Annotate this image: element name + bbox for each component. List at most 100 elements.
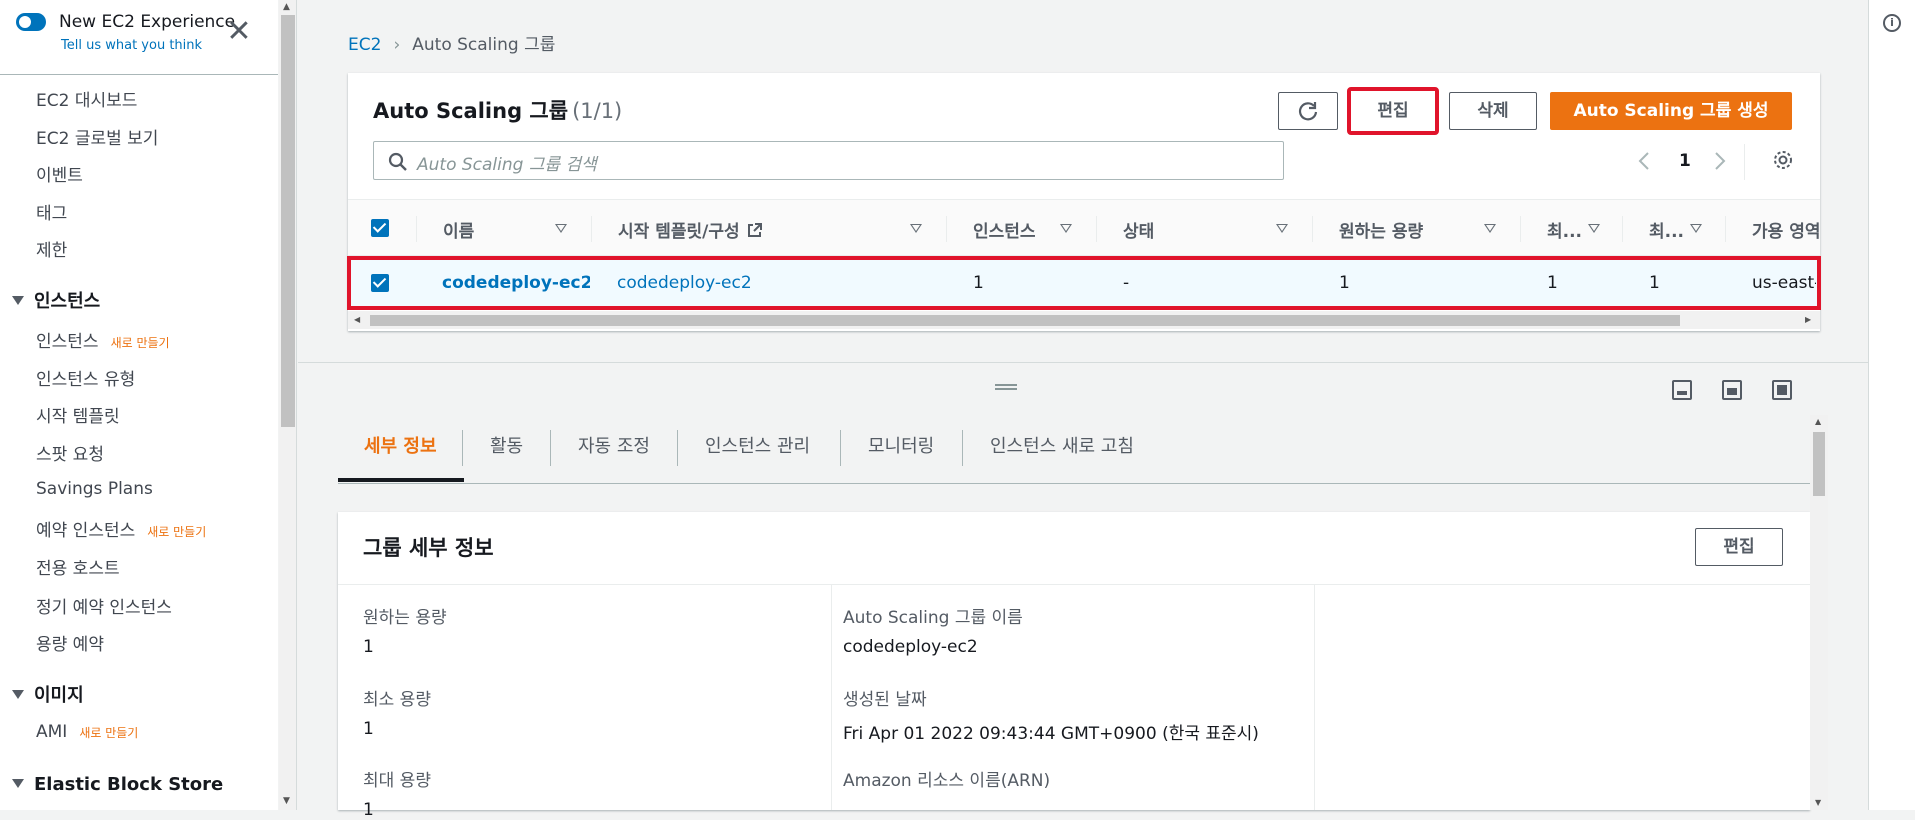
auto-scaling-groups-panel: Auto Scaling 그룹 (1/1) 편집 삭제 Auto Scaling … — [347, 73, 1821, 331]
column-header-name[interactable]: 이름 — [443, 217, 474, 242]
new-badge: 새로 만들기 — [110, 336, 170, 350]
sidebar-item-capacity-reservations[interactable]: 용량 예약 — [36, 630, 104, 655]
chevron-left-icon[interactable] — [1638, 151, 1650, 176]
column-divider — [1314, 585, 1315, 810]
sidebar-item-limits[interactable]: 제한 — [36, 236, 67, 261]
page-number[interactable]: 1 — [1679, 151, 1691, 171]
tab-details[interactable]: 세부 정보 — [364, 432, 437, 458]
sidebar-scrollbar[interactable]: ▲ ▼ — [279, 0, 297, 810]
delete-button[interactable]: 삭제 — [1449, 92, 1537, 130]
scroll-down-icon[interactable]: ▼ — [283, 796, 290, 806]
sidebar-item-dashboard[interactable]: EC2 대시보드 — [36, 86, 137, 111]
sort-icon[interactable] — [555, 224, 567, 233]
sidebar-section-images[interactable]: 이미지 — [12, 681, 84, 707]
sidebar-item-ami[interactable]: AMI 새로 만들기 — [36, 722, 138, 742]
scrollbar-thumb[interactable] — [281, 15, 295, 427]
column-header-instances[interactable]: 인스턴스 — [973, 217, 1036, 242]
min-capacity-value: 1 — [1547, 273, 1558, 293]
sidebar-item-scheduled-instances[interactable]: 정기 예약 인스턴스 — [36, 593, 172, 618]
tab-activity[interactable]: 활동 — [490, 432, 523, 458]
sidebar-item-instance-types[interactable]: 인스턴스 유형 — [36, 365, 135, 390]
scrollbar-thumb[interactable] — [370, 315, 1680, 326]
split-full-icon[interactable] — [1772, 380, 1792, 400]
section-label: Elastic Block Store — [34, 774, 224, 795]
table-horizontal-scrollbar[interactable]: ◀ ▶ — [348, 311, 1820, 329]
sidebar-item-label: 인스턴스 — [36, 332, 99, 352]
arn-label: Amazon 리소스 이름(ARN) — [843, 771, 1051, 791]
column-divider — [946, 216, 947, 242]
column-header-desired-capacity[interactable]: 원하는 용량 — [1339, 217, 1423, 242]
sidebar-item-global-view[interactable]: EC2 글로벌 보기 — [36, 124, 158, 149]
info-icon[interactable]: i — [1883, 14, 1901, 32]
table-row[interactable]: codedeploy-ec2... codedeploy-ec2 1 - 1 1… — [347, 256, 1821, 310]
sort-icon[interactable] — [1060, 224, 1072, 233]
scroll-down-icon[interactable]: ▼ — [1815, 798, 1821, 807]
edit-button[interactable]: 편집 — [1347, 87, 1439, 135]
page-title: Auto Scaling 그룹 (1/1) — [373, 95, 622, 125]
refresh-button[interactable] — [1278, 92, 1338, 130]
breadcrumb-current: Auto Scaling 그룹 — [412, 35, 556, 55]
tab-divider — [462, 430, 463, 466]
sidebar-item-spot-requests[interactable]: 스팟 요청 — [36, 440, 104, 465]
max-capacity-value: 1 — [1649, 273, 1660, 293]
details-edit-button[interactable]: 편집 — [1695, 528, 1783, 566]
breadcrumb-ec2-link[interactable]: EC2 — [348, 35, 381, 55]
scroll-right-icon[interactable]: ▶ — [1805, 315, 1811, 324]
sort-icon[interactable] — [1484, 224, 1496, 233]
sidebar-item-savings-plans[interactable]: Savings Plans — [36, 479, 153, 499]
tab-automatic-scaling[interactable]: 자동 조정 — [578, 432, 650, 458]
sort-icon[interactable] — [1588, 224, 1600, 233]
row-checkbox[interactable] — [371, 274, 389, 292]
sort-icon[interactable] — [910, 224, 922, 233]
split-bottom-icon[interactable] — [1672, 380, 1692, 400]
sort-icon[interactable] — [1690, 224, 1702, 233]
tab-instance-refresh[interactable]: 인스턴스 새로 고침 — [990, 432, 1134, 458]
select-all-checkbox[interactable] — [371, 219, 389, 237]
settings-gear-icon[interactable] — [1772, 149, 1794, 176]
scrollbar-thumb[interactable] — [1813, 432, 1825, 496]
scroll-up-icon[interactable]: ▲ — [1815, 417, 1821, 426]
max-capacity-detail-value: 1 — [363, 800, 374, 820]
column-header-min[interactable]: 최... — [1547, 217, 1582, 242]
asg-name-link[interactable]: codedeploy-ec2... — [442, 273, 590, 293]
scroll-up-icon[interactable]: ▲ — [283, 2, 290, 12]
column-header-availability-zone[interactable]: 가용 영역 — [1752, 217, 1820, 242]
chevron-right-icon[interactable] — [1714, 151, 1726, 176]
feedback-link[interactable]: Tell us what you think — [61, 38, 202, 53]
resize-handle-icon[interactable] — [995, 384, 1017, 390]
breadcrumb: EC2 › Auto Scaling 그룹 — [348, 30, 555, 55]
create-auto-scaling-group-button[interactable]: Auto Scaling 그룹 생성 — [1550, 92, 1792, 130]
content-scrollbar[interactable]: ▲ ▼ — [1810, 415, 1828, 810]
column-divider — [1520, 216, 1521, 242]
sort-icon[interactable] — [1276, 224, 1288, 233]
split-half-icon[interactable] — [1722, 380, 1742, 400]
close-icon[interactable]: ✕ — [226, 17, 252, 47]
sidebar-section-instances[interactable]: 인스턴스 — [12, 287, 100, 313]
sidebar-item-launch-templates[interactable]: 시작 템플릿 — [36, 402, 120, 427]
sidebar-item-tags[interactable]: 태그 — [36, 199, 67, 224]
sidebar-item-label: 예약 인스턴스 — [36, 521, 136, 541]
availability-zone-value: us-east- — [1752, 273, 1816, 293]
scroll-left-icon[interactable]: ◀ — [354, 315, 360, 324]
sidebar-item-instances[interactable]: 인스턴스 새로 만들기 — [36, 327, 170, 352]
sidebar-item-dedicated-hosts[interactable]: 전용 호스트 — [36, 554, 120, 579]
column-divider — [416, 216, 417, 242]
created-date-value: Fri Apr 01 2022 09:43:44 GMT+0900 (한국 표준… — [843, 724, 1259, 744]
tab-instance-management[interactable]: 인스턴스 관리 — [705, 432, 810, 458]
tab-monitoring[interactable]: 모니터링 — [868, 432, 934, 458]
detail-tabs: 세부 정보 활동 자동 조정 인스턴스 관리 모니터링 인스턴스 새로 고침 — [338, 420, 1810, 484]
split-divider — [298, 362, 1868, 363]
column-header-max[interactable]: 최... — [1649, 217, 1684, 242]
column-header-status[interactable]: 상태 — [1123, 217, 1154, 242]
column-header-launch-template[interactable]: 시작 템플릿/구성 — [618, 217, 763, 242]
column-divider — [591, 216, 592, 242]
column-divider — [1725, 216, 1726, 242]
sidebar-section-ebs[interactable]: Elastic Block Store — [12, 774, 223, 795]
search-input[interactable]: Auto Scaling 그룹 검색 — [373, 141, 1284, 180]
sidebar-item-reserved-instances[interactable]: 예약 인스턴스 새로 만들기 — [36, 516, 206, 541]
new-experience-toggle[interactable] — [16, 13, 46, 31]
caret-down-icon — [12, 296, 24, 305]
pager-divider — [1744, 144, 1745, 180]
sidebar-item-events[interactable]: 이벤트 — [36, 161, 83, 186]
launch-template-link[interactable]: codedeploy-ec2 — [617, 273, 752, 293]
